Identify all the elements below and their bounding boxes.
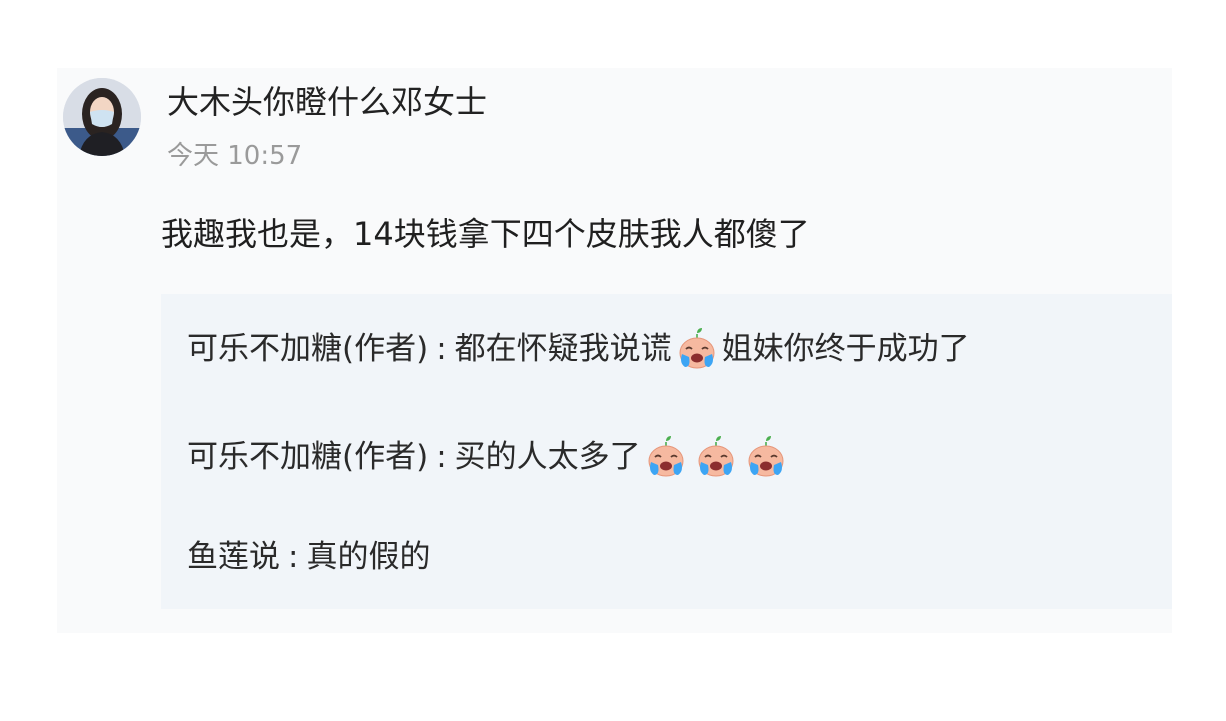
reply-text: 买的人太多了 (454, 439, 641, 475)
comment-card: 大木头你瞪什么邓女士 今天 10:57 我趣我也是，14块钱拿下四个皮肤我人都傻… (57, 68, 1172, 633)
avatar[interactable] (63, 78, 141, 156)
crying-sprout-emoji-icon (644, 435, 688, 479)
reply-author[interactable]: 鱼莲说 (187, 537, 280, 577)
reply-text: 姐妹你终于成功了 (721, 331, 970, 367)
reply-item[interactable]: 可乐不加糖(作者) : 买的人太多了 (187, 435, 791, 479)
crying-sprout-emoji-icon (744, 435, 788, 479)
reply-separator: : (288, 539, 299, 575)
reply-author[interactable]: 可乐不加糖(作者) (187, 329, 428, 369)
reply-item[interactable]: 鱼莲说 : 真的假的 (187, 537, 430, 577)
username[interactable]: 大木头你瞪什么邓女士 (167, 82, 487, 122)
reply-item[interactable]: 可乐不加糖(作者) : 都在怀疑我说谎 姐妹你终于成功了 (187, 327, 970, 371)
crying-sprout-emoji-icon (675, 327, 719, 371)
timestamp: 今天 10:57 (167, 141, 303, 171)
reply-text: 真的假的 (306, 539, 431, 575)
reply-author[interactable]: 可乐不加糖(作者) (187, 437, 428, 477)
comment-text: 我趣我也是，14块钱拿下四个皮肤我人都傻了 (161, 215, 810, 253)
reply-separator: : (436, 331, 447, 367)
avatar-image (63, 78, 141, 156)
reply-text: 都在怀疑我说谎 (454, 331, 672, 367)
reply-list: 可乐不加糖(作者) : 都在怀疑我说谎 姐妹你终于成功了 可乐不加糖(作者) :… (161, 294, 1172, 609)
crying-sprout-emoji-icon (694, 435, 738, 479)
reply-separator: : (436, 439, 447, 475)
